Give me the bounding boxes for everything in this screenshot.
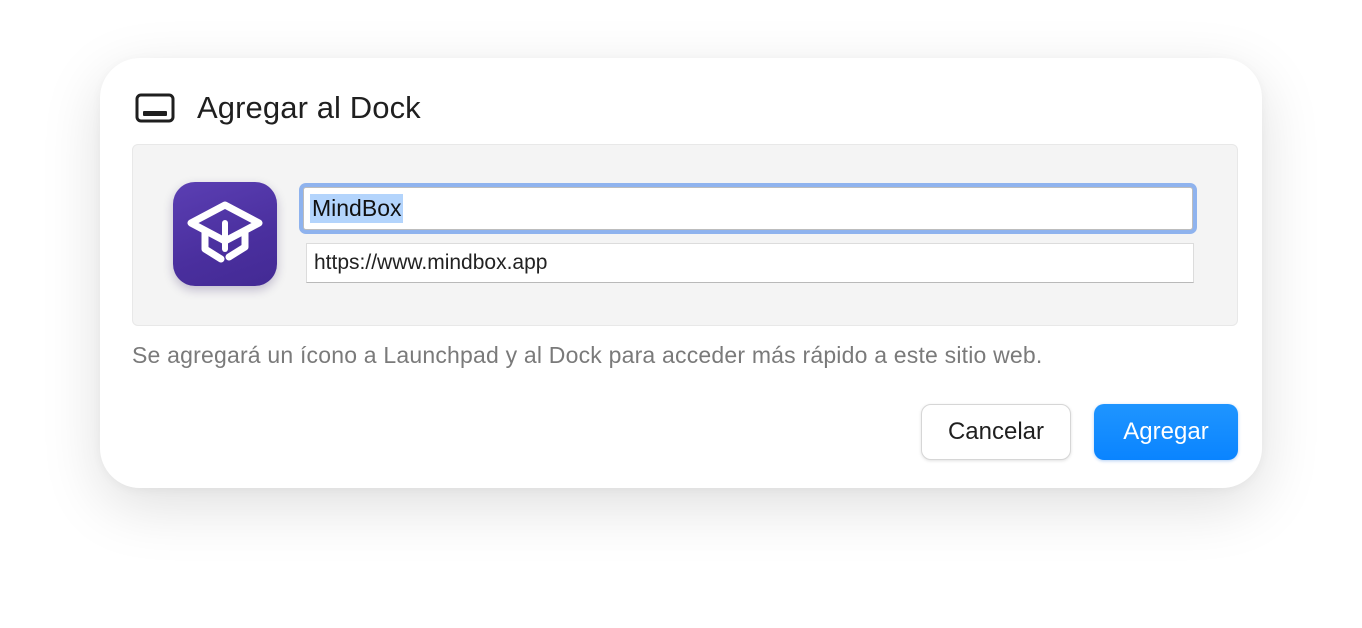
app-name-input[interactable]: MindBox — [303, 187, 1193, 230]
dialog-header: Agregar al Dock — [135, 86, 421, 130]
app-details-panel: MindBox https://www.mindbox.app — [132, 144, 1238, 326]
app-name-value: MindBox — [310, 194, 404, 223]
cancel-button[interactable]: Cancelar — [921, 404, 1071, 460]
add-to-dock-dialog: Agregar al Dock MindBox https://www.mind… — [100, 58, 1262, 488]
add-button[interactable]: Agregar — [1094, 404, 1238, 460]
dialog-description: Se agregará un ícono a Launchpad y al Do… — [132, 342, 1043, 368]
mindbox-app-icon — [173, 182, 277, 286]
dialog-title: Agregar al Dock — [197, 90, 421, 125]
app-url-value: https://www.mindbox.app — [314, 251, 548, 274]
app-url-input[interactable]: https://www.mindbox.app — [306, 243, 1194, 283]
dock-icon — [135, 92, 175, 124]
